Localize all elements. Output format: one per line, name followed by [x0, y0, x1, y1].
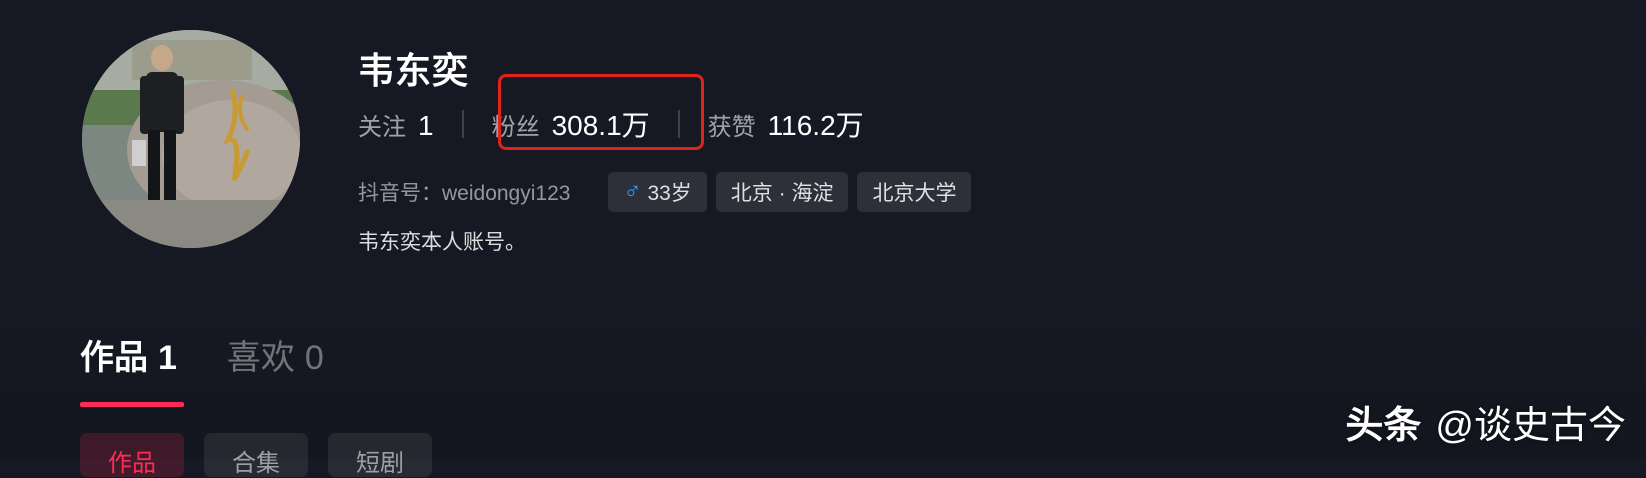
watermark: 头条 @谈史古今 [1345, 394, 1626, 449]
subtab-collections[interactable]: 合集 [204, 433, 308, 477]
avatar[interactable] [82, 30, 300, 248]
following-label: 关注 [358, 113, 406, 141]
following-count: 1 [418, 109, 434, 141]
profile-bio: 韦东奕本人账号。 [358, 231, 526, 254]
subtab-works[interactable]: 作品 [80, 433, 184, 477]
subtab-short-drama[interactable]: 短剧 [328, 433, 432, 477]
content-tabs: 作品 1 喜欢 0 [80, 330, 374, 379]
active-tab-indicator [80, 402, 184, 407]
tab-likes-count: 0 [304, 339, 324, 377]
tab-likes[interactable]: 喜欢 0 [227, 330, 324, 379]
tab-works-count: 1 [158, 339, 177, 377]
likes-label: 获赞 [707, 114, 756, 141]
likes-count: 116.2万 [767, 110, 864, 141]
profile-name: 韦东奕 [358, 50, 470, 91]
location-tag: 北京 · 海淀 [715, 172, 849, 212]
tab-likes-label: 喜欢 [226, 339, 295, 377]
followers-highlight-box [498, 74, 704, 150]
following-stat[interactable]: 关注 1 [358, 107, 434, 142]
male-icon: ♂ [623, 178, 642, 205]
watermark-brand: 头条 [1345, 405, 1422, 447]
watermark-handle: @谈史古今 [1435, 405, 1626, 447]
age-tag: ♂ 33岁 [608, 172, 707, 212]
stat-divider [461, 110, 464, 138]
likes-stat: 获赞 116.2万 [708, 104, 864, 144]
age-label: 33岁 [647, 182, 692, 205]
tab-works-label: 作品 [80, 339, 148, 377]
douyin-id: 抖音号：weidongyi123 [358, 182, 571, 205]
school-tag: 北京大学 [857, 172, 972, 212]
profile-meta-row: 抖音号：weidongyi123 ♂ 33岁 北京 · 海淀 北京大学 [358, 172, 980, 212]
subtab-bar: 作品 合集 短剧 [80, 433, 452, 477]
tab-works[interactable]: 作品 1 [80, 330, 177, 379]
